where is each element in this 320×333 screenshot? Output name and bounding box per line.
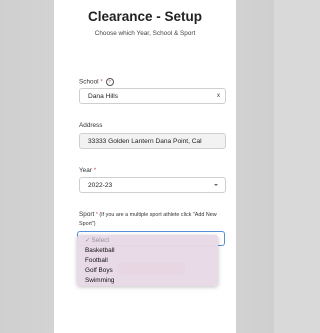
dropdown-option[interactable]: Football <box>85 256 108 265</box>
school-value: Dana Hills <box>88 93 119 100</box>
year-label: Year <box>79 167 92 174</box>
option-label: Select <box>91 237 110 244</box>
year-select[interactable]: 2022-23 <box>79 177 226 193</box>
chevron-down-icon <box>214 184 218 186</box>
sport-label-row: Sport * (If you are a multiple sport ath… <box>79 211 234 228</box>
address-field: 33333 Golden Lantern Dana Point, Cal <box>79 133 226 149</box>
school-label-row: School * ? <box>79 78 114 86</box>
required-mark: * <box>100 78 103 86</box>
school-select[interactable]: Dana Hills x <box>79 88 226 104</box>
setup-card: Clearance - Setup Choose which Year, Sch… <box>54 0 236 333</box>
question-circle-icon[interactable]: ? <box>105 78 114 86</box>
dropdown-option[interactable]: Swimming <box>85 276 114 285</box>
school-label: School <box>79 78 99 86</box>
sport-hint: (If you are a multiple sport athlete cli… <box>79 212 217 227</box>
close-icon[interactable]: x <box>217 89 220 104</box>
page-subtitle: Choose which Year, School & Sport <box>94 30 196 37</box>
page-title: Clearance - Setup <box>87 9 203 24</box>
year-value: 2022-23 <box>88 182 113 189</box>
dropdown-option[interactable]: Basketball <box>85 246 115 255</box>
dropdown-option[interactable]: Golf Boys <box>85 266 113 275</box>
required-mark: * <box>95 212 98 218</box>
check-icon: ✓ <box>85 237 91 244</box>
address-label: Address <box>79 122 103 129</box>
dropdown-option-placeholder[interactable]: ✓Select <box>85 236 109 245</box>
year-label-row: Year * <box>79 167 96 174</box>
address-value: 33333 Golden Lantern Dana Point, Cal <box>88 138 202 145</box>
required-mark: * <box>93 167 97 174</box>
sport-dropdown-menu: ✓Select Basketball Football Golf Boys Sw… <box>77 235 218 286</box>
sport-label: Sport <box>79 211 95 218</box>
